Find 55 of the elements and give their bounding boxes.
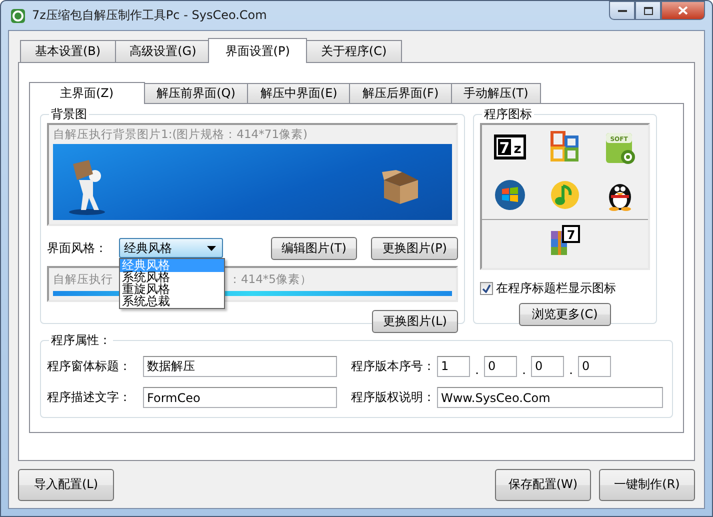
dropdown-option[interactable]: 系统总裁 — [120, 296, 224, 308]
text-field[interactable]: 数据解压 — [143, 356, 337, 376]
window-title: 7z压缩包自解压制作工具Pc - SysCeo.Com — [32, 7, 268, 24]
check-icon — [482, 284, 491, 293]
text-field[interactable]: FormCeo — [143, 387, 337, 408]
version-separator: . — [568, 362, 574, 377]
field-label: 程序描述文字： — [47, 389, 132, 406]
tab[interactable]: 界面设置(P) — [208, 38, 307, 63]
group-title: 程序属性： — [50, 332, 112, 349]
minimize-button[interactable] — [609, 1, 635, 20]
tab[interactable]: 解压前界面(Q) — [144, 83, 248, 103]
group-title: 程序图标 — [483, 106, 533, 123]
minimize-icon — [618, 8, 626, 12]
squares-icon — [548, 131, 581, 163]
close-icon — [678, 6, 688, 15]
image-caption: 自解压执行背景图片1:(图片规格：414*71像素) — [53, 127, 308, 142]
footer-button[interactable]: 保存配置(W) — [495, 468, 591, 500]
text-field[interactable]: 0 — [531, 356, 564, 376]
music-note-icon — [548, 179, 581, 211]
footer-button[interactable]: 导入配置(L) — [18, 468, 114, 500]
dropdown-arrow-icon — [207, 246, 216, 250]
style-label: 界面风格： — [47, 240, 108, 256]
dropdown-option[interactable]: 重旋风格 — [120, 284, 224, 296]
version-separator: . — [474, 362, 480, 377]
tab[interactable]: 主界面(Z) — [29, 82, 145, 104]
tab[interactable]: 关于程序(C) — [306, 40, 402, 62]
windows-orb-icon — [494, 179, 526, 211]
text-field[interactable]: 1 — [437, 356, 470, 376]
image-button[interactable]: 更换图片(P) — [371, 236, 458, 260]
field-label: 程序版权说明： — [350, 389, 433, 406]
image-button[interactable]: 编辑图片(T) — [270, 236, 358, 260]
close-button[interactable] — [661, 1, 705, 20]
footer-button[interactable]: 一键制作(R) — [599, 468, 695, 500]
field-label: 程序窗体标题： — [47, 358, 132, 374]
version-separator: . — [521, 362, 527, 377]
image-caption: 自解压执行 — [53, 272, 113, 287]
browse-button[interactable]: 浏览更多(C) — [519, 303, 611, 326]
tab[interactable]: 解压中界面(E) — [247, 83, 350, 103]
app-icon — [10, 8, 26, 24]
tab[interactable]: 手动解压(T) — [450, 83, 542, 103]
text-field[interactable]: Www.SysCeo.Com — [437, 387, 663, 408]
dropdown-option[interactable]: 系统风格 — [120, 272, 224, 284]
text-field[interactable]: 0 — [578, 356, 611, 376]
text-field[interactable]: 0 — [484, 356, 517, 376]
tab[interactable]: 基本设置(B) — [20, 40, 116, 62]
tab[interactable]: 解压后界面(F) — [349, 83, 452, 103]
maximize-icon — [644, 6, 652, 14]
style-dropdown[interactable]: 经典风格 — [119, 238, 223, 258]
group-title: 背景图 — [50, 106, 88, 123]
field-label: 程序版本序号： — [350, 358, 433, 374]
checkbox-label: 在程序标题栏显示图标 — [496, 280, 616, 297]
image-caption: ：414*5像素） — [228, 272, 312, 287]
image-button[interactable]: 更换图片(L) — [372, 310, 458, 333]
checkbox[interactable] — [480, 282, 493, 295]
maximize-button[interactable] — [635, 1, 661, 20]
